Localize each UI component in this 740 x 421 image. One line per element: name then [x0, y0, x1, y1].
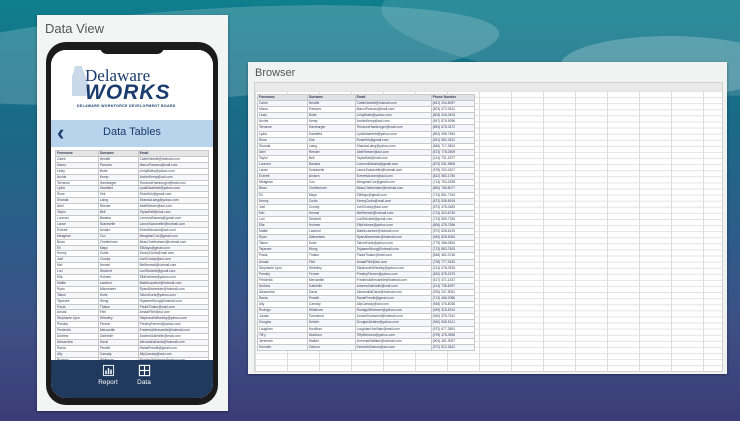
phone-data-table[interactable]: Forename Surname Email Caleb Nesbitt Caleb…: [55, 150, 209, 376]
nav-data-button[interactable]: Data: [124, 364, 164, 386]
data-tables-title: Data Tables: [103, 126, 161, 138]
bottom-nav: Report Data: [51, 360, 213, 398]
bar-chart-icon: [102, 364, 114, 377]
nav-report-button[interactable]: Report: [88, 364, 128, 386]
table-cell[interactable]: Kenneth: [257, 343, 308, 351]
panel-title: Data View: [45, 21, 105, 36]
delaware-works-logo: Delaware WORKS DELAWARE WORKFORCE DEVELO…: [51, 50, 213, 114]
phone-notch: [100, 47, 164, 54]
table-cell[interactable]: (972) 512-3612: [430, 343, 476, 351]
table-cell[interactable]: KennethOderon@aol.com: [354, 343, 432, 351]
nav-data-label: Data: [137, 379, 151, 386]
table-cell[interactable]: Oderon: [306, 343, 356, 351]
data-view-panel: Data View Delaware WORKS DELAWARE WORKFO…: [37, 15, 228, 411]
spreadsheet-view[interactable]: Forename Surname Email Phone Number Cale…: [254, 82, 723, 372]
table-row[interactable]: Kenneth Oderon KennethOderon@aol.com (972) …: [257, 343, 476, 351]
grid-icon: [138, 364, 150, 377]
browser-panel: Browser Forename Surname Email Phone Num…: [248, 62, 727, 374]
logo-tagline: DELAWARE WORKFORCE DEVELOPMENT BOARD: [77, 104, 176, 108]
data-tables-header: ‹ Data Tables: [51, 120, 213, 147]
panel-title: Browser: [255, 67, 296, 79]
logo-line2: WORKS: [85, 81, 171, 104]
phone-frame: Delaware WORKS DELAWARE WORKFORCE DEVELO…: [46, 42, 218, 405]
phone-screen: Delaware WORKS DELAWARE WORKFORCE DEVELO…: [51, 50, 213, 398]
sheet-toolbar: [255, 83, 722, 91]
nav-report-label: Report: [98, 379, 118, 386]
browser-data-table[interactable]: Forename Surname Email Phone Number Cale…: [257, 93, 476, 351]
